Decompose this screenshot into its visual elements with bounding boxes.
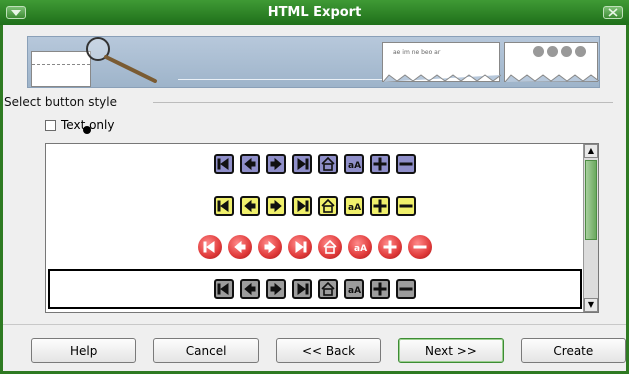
minus-icon <box>396 196 416 216</box>
prev-icon <box>240 154 260 174</box>
next-icon <box>266 154 286 174</box>
prev-icon <box>228 235 252 259</box>
home-icon <box>318 154 338 174</box>
list-scrollbar[interactable]: ▲ ▼ <box>583 144 598 312</box>
section-divider <box>153 102 613 103</box>
home-icon <box>318 196 338 216</box>
svg-text:aA: aA <box>348 203 361 213</box>
mouse-cursor-icon <box>83 126 91 134</box>
svg-text:aA: aA <box>354 244 367 254</box>
text-only-checkbox[interactable] <box>45 119 56 131</box>
svg-text:aA: aA <box>348 286 361 296</box>
text-size-icon: aA <box>348 235 372 259</box>
window-menu-icon <box>11 10 21 16</box>
style-row-blue[interactable]: aA <box>46 146 584 182</box>
style-row-red[interactable]: aA <box>46 229 584 265</box>
torn-edge-icon <box>383 74 501 82</box>
last-icon <box>292 154 312 174</box>
plus-icon <box>370 279 390 299</box>
minus-icon <box>396 154 416 174</box>
last-icon <box>292 279 312 299</box>
dialog-buttons: Help Cancel << Back Next >> Create <box>31 338 627 364</box>
last-icon <box>292 196 312 216</box>
style-row-gray[interactable]: aA <box>48 269 582 309</box>
plus-icon <box>378 235 402 259</box>
prev-icon <box>240 196 260 216</box>
scroll-down-button[interactable]: ▼ <box>584 298 598 312</box>
banner-card-1: ae im ne beo ar <box>382 42 501 82</box>
next-button[interactable]: Next >> <box>398 338 504 363</box>
last-icon <box>288 235 312 259</box>
first-icon <box>198 235 222 259</box>
banner-card-2 <box>504 42 599 82</box>
window-menu-button[interactable] <box>6 6 26 19</box>
dialog-window: HTML Export ae im ne beo ar Select butto… <box>0 0 629 374</box>
magnifier-icon <box>86 37 157 83</box>
minus-icon <box>408 235 432 259</box>
next-icon <box>258 235 282 259</box>
text-only-option[interactable]: Text only <box>45 118 114 132</box>
first-icon <box>214 196 234 216</box>
dot-icon <box>561 46 572 57</box>
home-icon <box>318 235 342 259</box>
torn-edge-icon <box>505 74 599 82</box>
next-icon <box>266 196 286 216</box>
minus-icon <box>396 279 416 299</box>
window-title: HTML Export <box>267 5 362 20</box>
dot-icon <box>533 46 544 57</box>
banner-line <box>178 79 388 80</box>
next-icon <box>266 279 286 299</box>
close-icon <box>608 8 618 17</box>
scroll-thumb[interactable] <box>585 160 597 240</box>
first-icon <box>214 279 234 299</box>
header-banner: ae im ne beo ar <box>27 36 600 88</box>
banner-card-text: ae im ne beo ar <box>393 49 441 56</box>
text-size-icon: aA <box>344 196 364 216</box>
home-icon <box>318 279 338 299</box>
close-button[interactable] <box>603 6 623 19</box>
first-icon <box>214 154 234 174</box>
cancel-button[interactable]: Cancel <box>153 338 259 363</box>
svg-text:aA: aA <box>348 161 361 171</box>
plus-icon <box>370 154 390 174</box>
title-bar: HTML Export <box>0 0 629 25</box>
dot-icon <box>547 46 558 57</box>
prev-icon <box>240 279 260 299</box>
footer-divider <box>3 324 626 325</box>
text-size-icon: aA <box>344 279 364 299</box>
style-row-yellow[interactable]: aA <box>46 188 584 224</box>
text-size-icon: aA <box>344 154 364 174</box>
help-button[interactable]: Help <box>31 338 137 363</box>
back-button[interactable]: << Back <box>275 338 382 363</box>
banner-dots <box>533 46 586 57</box>
scroll-up-button[interactable]: ▲ <box>584 144 598 158</box>
button-style-list[interactable]: aA aA aA aA ▲ ▼ <box>45 143 599 313</box>
create-button[interactable]: Create <box>520 338 627 363</box>
plus-icon <box>370 196 390 216</box>
dot-icon <box>575 46 586 57</box>
